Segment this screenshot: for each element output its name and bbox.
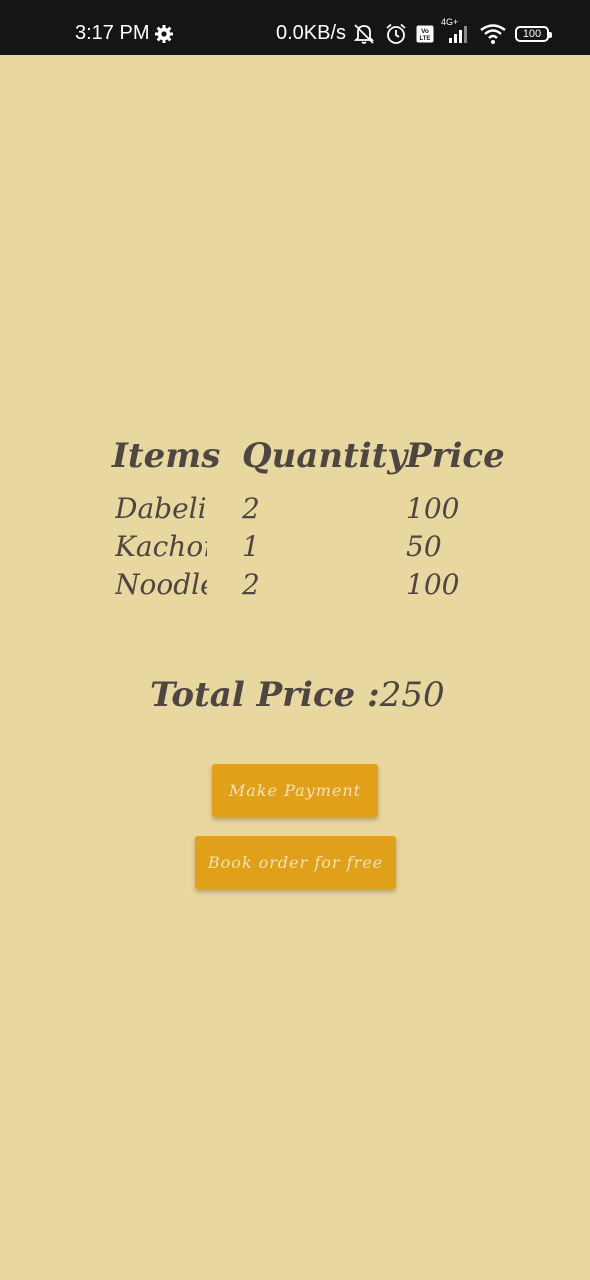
status-time: 3:17 PM (75, 22, 150, 44)
book-order-label: Book order for free (207, 853, 384, 872)
alarm-icon (385, 23, 407, 45)
row-item-quantity: 1 (242, 530, 260, 563)
total-price-value: 250 (379, 675, 445, 715)
row-item-quantity: 2 (242, 492, 260, 525)
make-payment-label: Make Payment (228, 781, 362, 800)
wifi-icon (480, 23, 506, 45)
row-item-quantity: 2 (242, 568, 260, 601)
gear-icon (155, 25, 173, 43)
header-price: Price (406, 436, 505, 476)
cell-signal-icon: 4G+ (441, 17, 471, 45)
mute-bell-icon (352, 23, 376, 45)
row-item-price: 100 (406, 568, 460, 601)
total-price: Total Price :250 (150, 675, 445, 715)
battery-icon: 100 (515, 26, 552, 42)
network-speed: 0.0KB/s (276, 22, 347, 44)
svg-text:Vo: Vo (421, 28, 429, 35)
volte-icon: Vo LTE (416, 25, 434, 43)
svg-text:LTE: LTE (420, 36, 431, 42)
header-items: Items (112, 436, 221, 476)
header-quantity: Quantity (242, 436, 408, 476)
make-payment-button[interactable]: Make Payment (212, 764, 378, 817)
book-order-button[interactable]: Book order for free (195, 836, 396, 889)
total-price-label: Total Price : (150, 675, 380, 715)
status-bar: 3:17 PM 0.0KB/s Vo LTE 4G+ 100 (0, 0, 590, 55)
row-item-name: Kachori (115, 530, 207, 563)
network-type-label: 4G+ (441, 17, 459, 27)
row-item-price: 100 (406, 492, 460, 525)
row-item-name: Dabeli (115, 492, 207, 525)
battery-level: 100 (522, 28, 542, 40)
row-item-name: Noodles (115, 568, 207, 601)
row-item-price: 50 (406, 530, 442, 563)
